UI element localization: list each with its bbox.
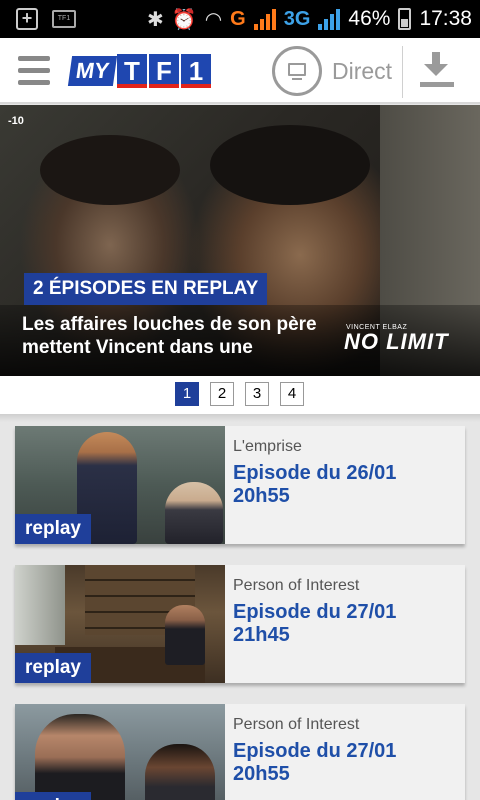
- bluetooth-icon: ✱: [147, 8, 164, 31]
- episode-date: Episode du 27/01: [233, 601, 397, 623]
- episode-card[interactable]: replay Person of Interest Episode du 27/…: [15, 704, 465, 800]
- show-title: Person of Interest: [233, 577, 360, 594]
- pagination-bar: 1 2 3 4: [0, 376, 480, 414]
- hero-badge: 2 ÉPISODES EN REPLAY: [24, 273, 268, 305]
- direct-label: Direct: [332, 57, 393, 84]
- signal-3g-icon: [318, 8, 341, 30]
- show-logo-title: NO LIMIT: [344, 329, 449, 354]
- episode-card[interactable]: replay L'emprise Episode du 26/01 20h55: [15, 426, 465, 544]
- episode-info: Episode du 27/01 21h45: [233, 601, 396, 647]
- episode-thumbnail: replay: [15, 426, 225, 544]
- mytf1-logo[interactable]: MY T F 1: [67, 50, 211, 92]
- logo-letter: 1: [181, 54, 211, 88]
- logo-my: MY: [67, 56, 118, 86]
- hero-description: Les affaires louches de son père mettent…: [22, 314, 317, 358]
- add-icon: +: [16, 8, 38, 30]
- logo-tf1: T F 1: [117, 54, 211, 88]
- network-3g-label: 3G: [283, 7, 311, 30]
- direct-button[interactable]: Direct: [272, 46, 392, 96]
- pagination: 1 2 3 4: [175, 382, 304, 406]
- episode-time: 21h45: [233, 624, 290, 646]
- episode-time: 20h55: [233, 763, 290, 785]
- page-button-2[interactable]: 2: [210, 382, 234, 406]
- app-header: MY T F 1 Direct: [0, 38, 480, 104]
- episode-date: Episode du 27/01: [233, 740, 397, 762]
- battery-icon: [398, 8, 412, 30]
- network-g-label: G: [230, 7, 246, 30]
- hero-banner[interactable]: -10 2 ÉPISODES EN REPLAY Les affaires lo…: [0, 105, 480, 376]
- episode-card[interactable]: replay Person of Interest Episode du 27/…: [15, 565, 465, 683]
- episode-time: 20h55: [233, 485, 290, 507]
- page-button-4[interactable]: 4: [280, 382, 304, 406]
- replay-badge: replay: [15, 792, 91, 800]
- menu-icon[interactable]: [18, 56, 50, 86]
- logo-letter: F: [149, 54, 179, 88]
- page-button-3[interactable]: 3: [245, 382, 269, 406]
- show-logo: VINCENT ELBAZ NO LIMIT: [344, 324, 449, 353]
- wifi-icon: ◠: [204, 8, 223, 31]
- episode-thumbnail: replay: [15, 565, 225, 683]
- replay-badge: replay: [15, 514, 91, 544]
- tf1-notification-icon: TF1: [52, 10, 76, 28]
- replay-badge: replay: [15, 653, 91, 683]
- status-bar: + TF1 ✱ ⏰ ◠ G 3G 46% 17:38: [0, 0, 480, 38]
- download-icon[interactable]: [418, 52, 456, 90]
- alarm-icon: ⏰: [171, 8, 197, 31]
- episode-info: Episode du 26/01 20h55: [233, 462, 396, 508]
- logo-letter: T: [117, 54, 147, 88]
- clock: 17:38: [419, 7, 472, 30]
- show-title: Person of Interest: [233, 716, 360, 733]
- episode-info: Episode du 27/01 20h55: [233, 740, 396, 786]
- episode-thumbnail: replay: [15, 704, 225, 800]
- page-button-1[interactable]: 1: [175, 382, 199, 406]
- episode-date: Episode du 26/01: [233, 462, 397, 484]
- battery-percent: 46%: [348, 7, 391, 30]
- signal-icon: [253, 8, 276, 30]
- age-rating-badge: -10: [8, 115, 24, 127]
- show-title: L'emprise: [233, 438, 302, 455]
- header-divider: [402, 46, 403, 98]
- tv-icon: [272, 46, 322, 96]
